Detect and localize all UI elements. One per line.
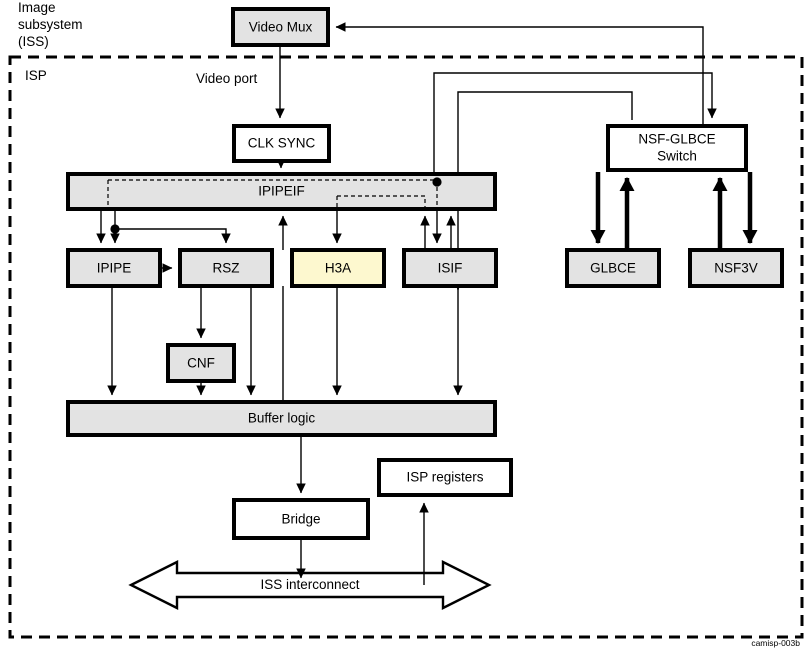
iss-label-line-3: (ISS)	[18, 34, 49, 49]
block-bridge[interactable]: Bridge	[232, 498, 370, 540]
block-nsf-glbce-switch[interactable]: NSF-GLBCE Switch	[606, 124, 748, 172]
block-video-mux-label: Video Mux	[249, 20, 313, 35]
block-isp-registers[interactable]: ISP registers	[377, 458, 513, 497]
block-ipipe-label: IPIPE	[97, 261, 132, 276]
block-isp-registers-label: ISP registers	[406, 470, 483, 485]
block-clk-sync[interactable]: CLK SYNC	[232, 124, 331, 163]
block-buffer-logic[interactable]: Buffer logic	[66, 400, 497, 437]
block-nsf3v-label: NSF3V	[714, 261, 758, 276]
block-ipipeif[interactable]: IPIPEIF	[66, 172, 497, 211]
block-nsf-glbce-switch-label-line1: NSF-GLBCE	[638, 132, 715, 147]
block-rsz-label: RSZ	[213, 261, 240, 276]
junction-dot-ipipe-rsz	[110, 224, 120, 234]
block-video-mux[interactable]: Video Mux	[231, 7, 330, 47]
block-ipipe[interactable]: IPIPE	[66, 248, 162, 288]
block-clk-sync-label: CLK SYNC	[248, 136, 316, 151]
block-buffer-logic-label: Buffer logic	[248, 411, 316, 426]
block-glbce-label: GLBCE	[590, 261, 636, 276]
iss-label-line-1: Image	[18, 0, 56, 15]
isp-boundary-label: ISP	[25, 68, 47, 83]
block-bridge-label: Bridge	[281, 512, 320, 527]
block-diagram: Image subsystem (ISS) ISP Video port Vid…	[0, 0, 812, 651]
block-h3a-label: H3A	[325, 261, 351, 276]
block-isif[interactable]: ISIF	[402, 248, 498, 288]
block-nsf-glbce-switch-label-line2: Switch	[657, 149, 697, 164]
block-cnf-label: CNF	[187, 356, 215, 371]
block-isif-label: ISIF	[438, 261, 463, 276]
block-cnf[interactable]: CNF	[166, 343, 236, 383]
block-glbce[interactable]: GLBCE	[565, 248, 661, 288]
iss-label-line-2: subsystem	[18, 17, 83, 32]
block-iss-interconnect-label: ISS interconnect	[260, 577, 359, 592]
block-ipipeif-label: IPIPEIF	[258, 184, 305, 199]
canvas-background	[0, 0, 812, 651]
block-rsz[interactable]: RSZ	[178, 248, 274, 288]
block-h3a[interactable]: H3A	[290, 248, 386, 288]
video-port-label: Video port	[196, 71, 258, 86]
figure-canvas: Image subsystem (ISS) ISP Video port Vid…	[0, 0, 812, 651]
figure-caption: camisp-003b	[751, 638, 800, 648]
block-nsf3v[interactable]: NSF3V	[688, 248, 784, 288]
